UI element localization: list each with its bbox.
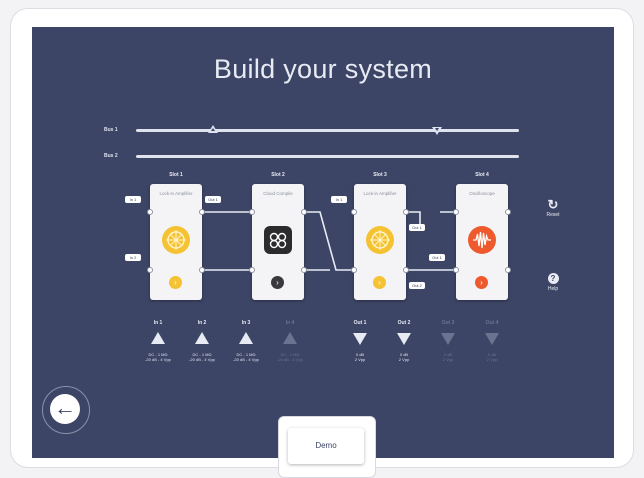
slot-3-instrument-name: Lock-in Amplifier	[363, 191, 397, 196]
output-1-button[interactable]	[353, 333, 367, 345]
input-3-button[interactable]	[239, 332, 253, 344]
signal-tag[interactable]: Out 1	[205, 196, 221, 203]
slot-3-output-port-b[interactable]	[403, 267, 409, 273]
bus-1-output-marker[interactable]	[432, 127, 442, 135]
signal-tag[interactable]: Out 1	[429, 254, 445, 261]
bus-2-label: Bus 2	[104, 153, 118, 159]
signal-tag[interactable]: Out 2	[409, 282, 425, 289]
input-2-spec: DC - 1 MΩ -20 dB - 4 Vpp	[189, 352, 215, 362]
reset-label: Reset	[546, 212, 560, 218]
input-2-label: In 2	[197, 320, 207, 326]
help-label: Help	[547, 286, 559, 292]
signal-tag[interactable]: In 2	[125, 254, 141, 261]
slot-4-output-port-a[interactable]	[505, 209, 511, 215]
output-3-spec: 0 dB 2 Vpp	[442, 352, 454, 362]
slot-2-input-port-b[interactable]	[249, 267, 255, 273]
output-1-spec: 0 dB 2 Vpp	[354, 352, 366, 362]
slot-3-input-port-b[interactable]	[351, 267, 357, 273]
slot-3-input-port-a[interactable]	[351, 209, 357, 215]
slot-1-instrument-card[interactable]: Lock-in Amplifier ›	[150, 184, 202, 300]
slot-4-instrument-name: Oscilloscope	[469, 191, 495, 196]
output-2-label: Out 2	[397, 320, 411, 326]
slot-2-instrument-card[interactable]: Cloud Compile ›	[252, 184, 304, 300]
output-3-label: Out 3	[441, 320, 455, 326]
input-1-label: In 1	[153, 320, 163, 326]
slot-4-input-port-a[interactable]	[453, 209, 459, 215]
page-title: Build your system	[213, 54, 433, 84]
slot-1-label: Slot 1	[169, 172, 183, 178]
slot-1-instrument-name: Lock-in Amplifier	[159, 191, 193, 196]
bus-1-input-marker[interactable]	[208, 125, 218, 133]
output-4-spec: 0 dB 2 Vpp	[486, 352, 498, 362]
reset-icon: ↻	[547, 197, 559, 212]
output-2-spec: 0 dB 2 Vpp	[398, 352, 410, 362]
input-2-button[interactable]	[195, 332, 209, 344]
output-4-button[interactable]	[485, 333, 499, 345]
slot-4-input-port-b[interactable]	[453, 267, 459, 273]
output-4-label: Out 4	[485, 320, 499, 326]
bus-1-line[interactable]	[136, 129, 519, 132]
slot-3-open-button[interactable]: ›	[373, 276, 386, 289]
lock-in-amplifier-icon	[162, 226, 190, 254]
oscilloscope-icon	[468, 226, 496, 254]
slot-2-output-port-a[interactable]	[301, 209, 307, 215]
slot-1-open-button[interactable]: ›	[169, 276, 182, 289]
slot-2-output-port-b[interactable]	[301, 267, 307, 273]
slot-2-open-button[interactable]: ›	[271, 276, 284, 289]
slot-2-input-port-a[interactable]	[249, 209, 255, 215]
signal-tag[interactable]: In 1	[125, 196, 141, 203]
lock-in-amplifier-icon	[366, 226, 394, 254]
back-button[interactable]: ←	[50, 394, 80, 424]
slot-4-output-port-b[interactable]	[505, 267, 511, 273]
slot-1-output-port-a[interactable]	[199, 209, 205, 215]
signal-tag[interactable]: In 1	[331, 196, 347, 203]
slot-2-label: Slot 2	[271, 172, 285, 178]
cloud-compile-icon	[264, 226, 292, 254]
slot-4-label: Slot 4	[475, 172, 489, 178]
signal-tag[interactable]: Out 1	[409, 224, 425, 231]
input-4-button[interactable]	[283, 332, 297, 344]
output-3-button[interactable]	[441, 333, 455, 345]
input-3-label: In 3	[241, 320, 251, 326]
app-screen	[32, 27, 614, 458]
reset-button[interactable]: ↻ Reset	[538, 197, 568, 219]
demo-button[interactable]: Demo	[288, 428, 364, 464]
help-button[interactable]: ? Help	[538, 268, 568, 292]
input-4-label: In 4	[285, 320, 295, 326]
back-arrow-icon: ←	[54, 395, 76, 420]
bus-1-label: Bus 1	[104, 127, 118, 133]
slot-1-input-port-b[interactable]	[147, 267, 153, 273]
input-4-spec: DC - 1 MΩ -20 dB - 4 Vpp	[277, 352, 303, 362]
input-1-spec: DC - 1 MΩ -20 dB - 4 Vpp	[145, 352, 171, 362]
output-2-button[interactable]	[397, 333, 411, 345]
input-3-spec: DC - 1 MΩ -20 dB - 4 Vpp	[233, 352, 259, 362]
output-1-label: Out 1	[353, 320, 367, 326]
slot-1-input-port-a[interactable]	[147, 209, 153, 215]
slot-1-output-port-b[interactable]	[199, 267, 205, 273]
slot-4-instrument-card[interactable]: Oscilloscope ›	[456, 184, 508, 300]
slot-3-output-port-a[interactable]	[403, 209, 409, 215]
bus-2-line[interactable]	[136, 155, 519, 158]
input-1-button[interactable]	[151, 332, 165, 344]
help-icon: ?	[547, 273, 559, 284]
slot-3-label: Slot 3	[373, 172, 387, 178]
slot-3-instrument-card[interactable]: Lock-in Amplifier ›	[354, 184, 406, 300]
slot-4-open-button[interactable]: ›	[475, 276, 488, 289]
slot-2-instrument-name: Cloud Compile	[263, 191, 293, 196]
